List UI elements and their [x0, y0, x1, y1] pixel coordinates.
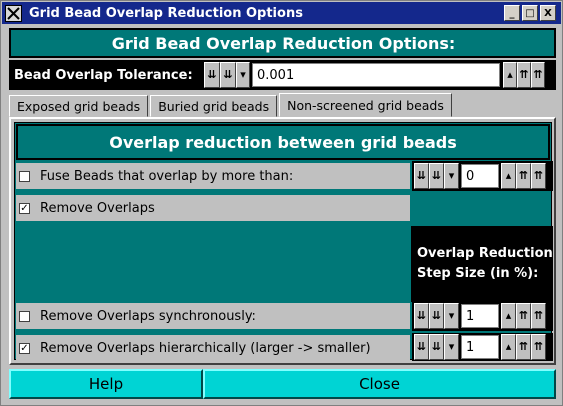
- tab-buried-grid-beads[interactable]: Buried grid beads: [150, 95, 278, 117]
- decrease-icon[interactable]: ▾: [236, 62, 250, 88]
- step-size-label: Overlap Reduction Step Size (in %):: [411, 226, 553, 302]
- fast-decrease-icon[interactable]: ⇊: [414, 163, 429, 189]
- decrease-icon[interactable]: ▾: [444, 334, 459, 360]
- title-bar[interactable]: Grid Bead Overlap Reduction Options _ □ …: [2, 2, 561, 24]
- remove-sync-row: Remove Overlaps synchronously:: [16, 303, 410, 329]
- tab-non-screened-grid-beads[interactable]: Non-screened grid beads: [279, 93, 452, 117]
- window-title: Grid Bead Overlap Reduction Options: [29, 5, 303, 21]
- decrease-double-icon[interactable]: ⇊: [220, 62, 236, 88]
- remove-overlaps-label: Remove Overlaps: [40, 200, 155, 216]
- tab-bar: Exposed grid beads Buried grid beads Non…: [9, 93, 556, 117]
- decrease-icon[interactable]: ▾: [444, 163, 459, 189]
- remove-hier-row: ✓ Remove Overlaps hierarchically (larger…: [16, 335, 410, 361]
- tab-panel: Overlap reduction between grid beads Fus…: [9, 117, 556, 365]
- remove-hier-label: Remove Overlaps hierarchically (larger -…: [40, 340, 371, 356]
- increase-icon[interactable]: ▴: [501, 334, 516, 360]
- remove-sync-checkbox[interactable]: [19, 310, 30, 322]
- tolerance-label: Bead Overlap Tolerance:: [14, 67, 193, 83]
- dialog-header-label: Grid Bead Overlap Reduction Options:: [111, 33, 456, 53]
- fast-increase-icon[interactable]: ⇈: [531, 334, 546, 360]
- fuse-beads-row: Fuse Beads that overlap by more than:: [16, 163, 410, 189]
- fuse-beads-input[interactable]: 0: [461, 164, 499, 188]
- fast-increase-icon[interactable]: ⇈: [531, 303, 546, 329]
- remove-sync-input[interactable]: 1: [461, 304, 499, 328]
- increase-double-icon[interactable]: ⇈: [516, 334, 531, 360]
- increase-icon[interactable]: ▴: [503, 62, 517, 88]
- decrease-icon[interactable]: ▾: [444, 303, 459, 329]
- minimize-button[interactable]: _: [504, 5, 520, 21]
- maximize-button[interactable]: □: [522, 5, 538, 21]
- decrease-double-icon[interactable]: ⇊: [429, 163, 444, 189]
- increase-double-icon[interactable]: ⇈: [517, 62, 531, 88]
- remove-overlaps-row: ✓ Remove Overlaps: [16, 195, 410, 221]
- step-size-label-line2: Step Size (in %):: [417, 266, 539, 281]
- fuse-beads-label: Fuse Beads that overlap by more than:: [40, 168, 294, 184]
- panel-body: Overlap reduction between grid beads Fus…: [14, 122, 553, 361]
- button-bar: Help Close: [9, 369, 556, 399]
- increase-double-icon[interactable]: ⇈: [516, 163, 531, 189]
- fast-increase-icon[interactable]: ⇈: [531, 163, 546, 189]
- dialog-window: Grid Bead Overlap Reduction Options _ □ …: [0, 0, 563, 406]
- close-button[interactable]: Close: [203, 369, 556, 399]
- remove-sync-spinner: ⇊ ⇊ ▾ 1 ▴ ⇈ ⇈: [412, 301, 553, 331]
- remove-overlaps-checkbox[interactable]: ✓: [19, 202, 30, 214]
- remove-hier-spinner: ⇊ ⇊ ▾ 1 ▴ ⇈ ⇈: [412, 333, 553, 361]
- increase-icon[interactable]: ▴: [501, 303, 516, 329]
- increase-icon[interactable]: ▴: [501, 163, 516, 189]
- tab-exposed-grid-beads[interactable]: Exposed grid beads: [9, 95, 149, 117]
- close-window-button[interactable]: X: [540, 5, 556, 21]
- increase-double-icon[interactable]: ⇈: [516, 303, 531, 329]
- step-size-label-line1: Overlap Reduction: [417, 246, 553, 261]
- fast-increase-icon[interactable]: ⇈: [531, 62, 545, 88]
- fast-decrease-icon[interactable]: ⇊: [414, 334, 429, 360]
- tolerance-row: Bead Overlap Tolerance: ⇊ ⇊ ▾ 0.001 ▴ ⇈ …: [9, 60, 556, 90]
- decrease-double-icon[interactable]: ⇊: [429, 303, 444, 329]
- fuse-beads-spinner: ⇊ ⇊ ▾ 0 ▴ ⇈ ⇈: [412, 161, 553, 191]
- fuse-beads-checkbox[interactable]: [19, 170, 30, 182]
- help-button[interactable]: Help: [9, 369, 203, 399]
- panel-title: Overlap reduction between grid beads: [16, 124, 550, 160]
- remove-sync-label: Remove Overlaps synchronously:: [40, 308, 256, 324]
- tolerance-input[interactable]: 0.001: [252, 63, 500, 87]
- app-x-icon[interactable]: [5, 4, 22, 22]
- fast-decrease-icon[interactable]: ⇊: [414, 303, 429, 329]
- dialog-header: Grid Bead Overlap Reduction Options:: [9, 28, 556, 58]
- decrease-double-icon[interactable]: ⇊: [429, 334, 444, 360]
- remove-hier-input[interactable]: 1: [461, 335, 499, 359]
- fast-decrease-icon[interactable]: ⇊: [204, 62, 220, 88]
- remove-hier-checkbox[interactable]: ✓: [19, 342, 30, 354]
